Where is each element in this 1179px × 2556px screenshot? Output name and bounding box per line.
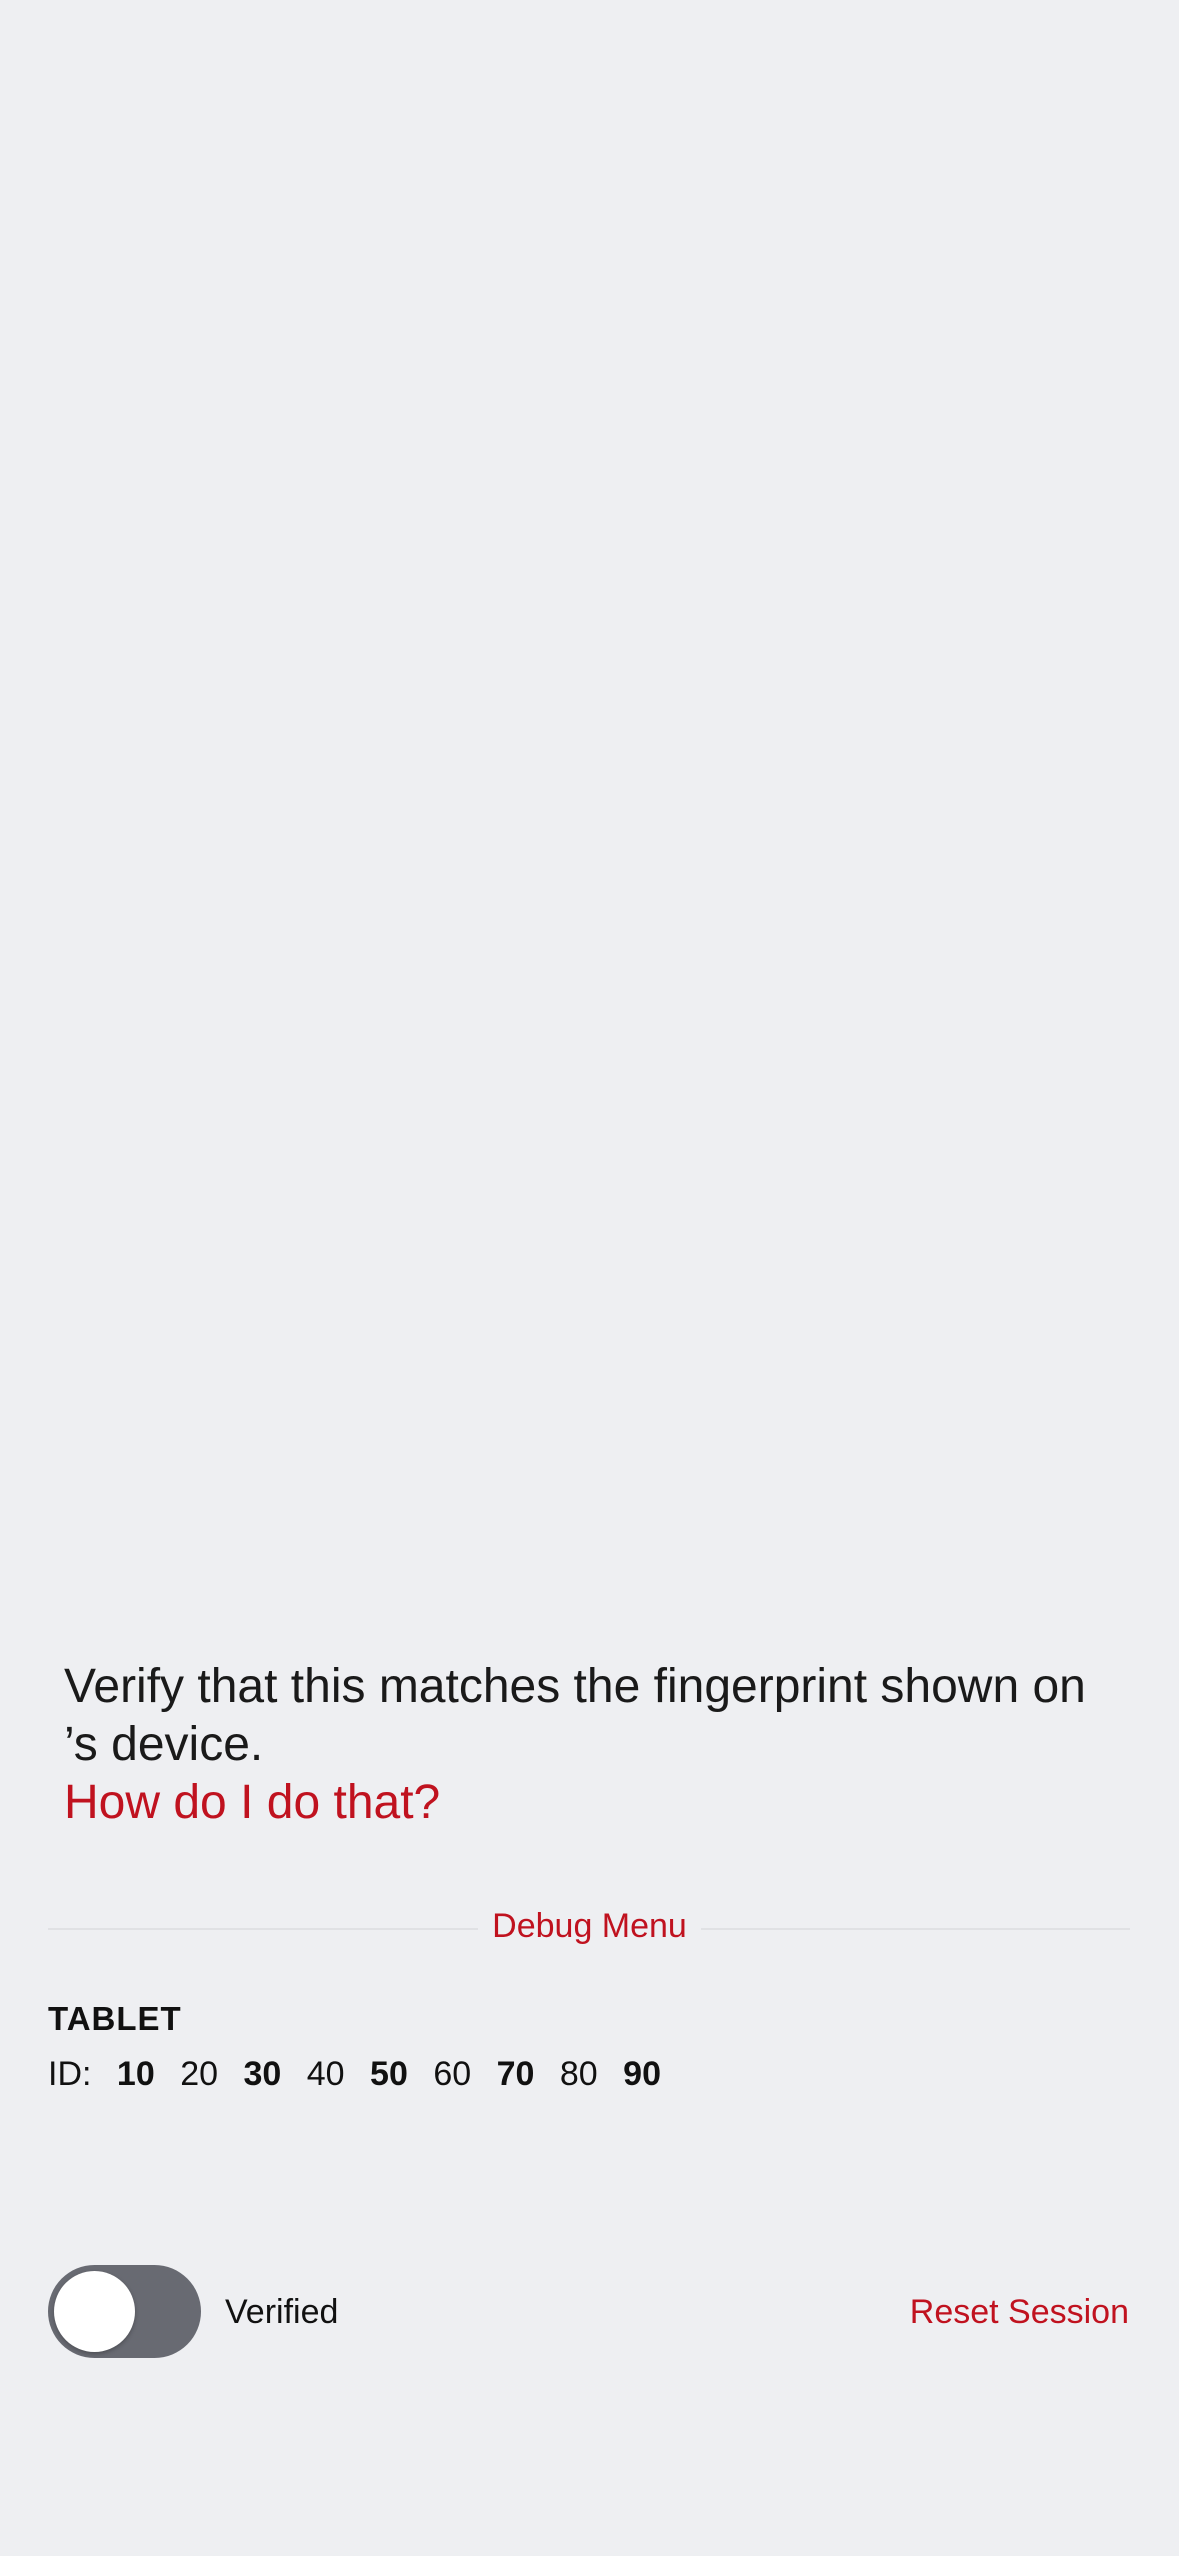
debug-menu-button[interactable]: Debug Menu (478, 1907, 701, 1945)
id-group: 60 (433, 2055, 472, 2093)
reset-session-button[interactable]: Reset Session (910, 2290, 1129, 2334)
verified-toggle[interactable] (48, 2265, 201, 2358)
id-group: 50 (370, 2055, 408, 2093)
id-group: 40 (306, 2055, 345, 2093)
toggle-knob (54, 2271, 135, 2352)
verification-instruction: Verify that this matches the fingerprint… (64, 1658, 1124, 1774)
fingerprint-id: ID: 10 20 30 40 50 60 70 80 90 (48, 2050, 661, 2098)
how-do-i-do-that-link[interactable]: How do I do that? (64, 1774, 440, 1832)
id-group: 20 (180, 2055, 219, 2093)
id-group: 70 (496, 2055, 535, 2093)
device-name: TABLET (48, 2000, 182, 2037)
id-group: 10 (116, 2055, 155, 2093)
id-group: 90 (623, 2055, 661, 2093)
verified-label: Verified (225, 2293, 339, 2331)
debug-menu-container: Debug Menu (0, 1900, 1179, 1952)
id-prefix: ID: (48, 2055, 92, 2093)
instruction-line-2: ’s device. (64, 1718, 264, 1771)
id-group: 30 (243, 2055, 282, 2093)
id-group: 80 (559, 2055, 598, 2093)
instruction-line-1: Verify that this matches the fingerprint… (64, 1660, 1086, 1713)
